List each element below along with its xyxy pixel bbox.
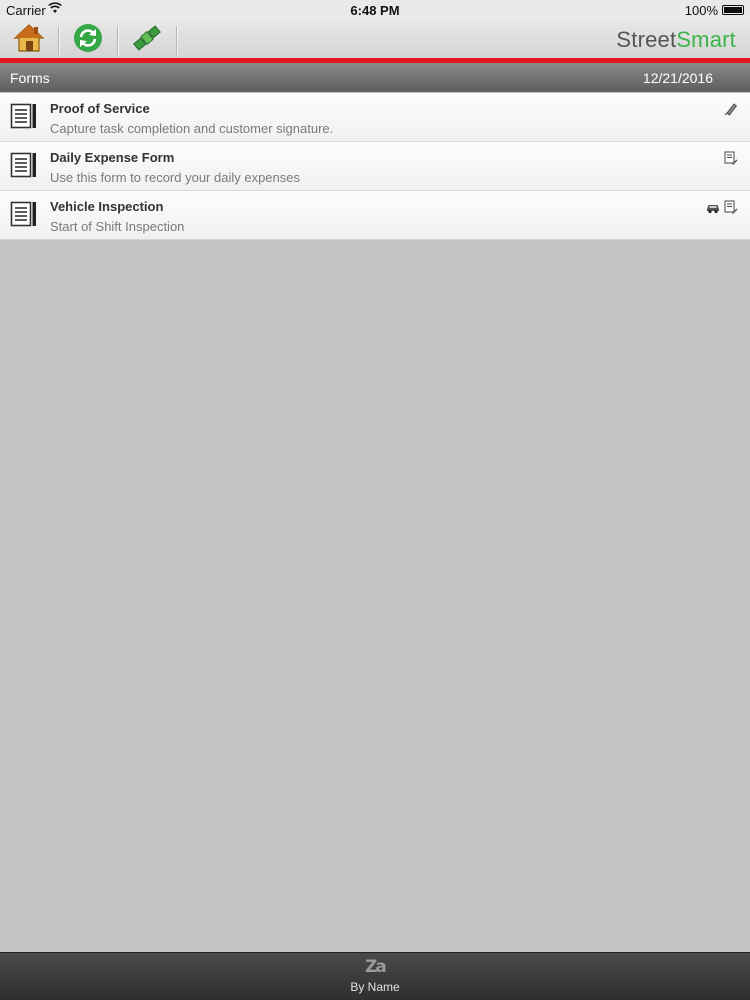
sync-button[interactable]: [59, 22, 117, 58]
forms-list: Proof of Service Capture task completion…: [0, 93, 750, 240]
form-document-icon: [10, 151, 38, 184]
section-title: Forms: [10, 70, 50, 86]
form-document-icon: [10, 200, 38, 233]
form-description: Start of Shift Inspection: [50, 219, 185, 234]
status-bar: Carrier 6:48 PM 100%: [0, 0, 750, 20]
form-row-vehicle-inspection[interactable]: Vehicle Inspection Start of Shift Inspec…: [0, 191, 750, 240]
brand-logo: StreetSmart: [616, 27, 736, 52]
car-icon: [706, 200, 720, 219]
form-name: Vehicle Inspection: [50, 199, 164, 214]
toolbar: StreetSmart: [0, 20, 750, 58]
battery-icon: [722, 5, 744, 15]
form-row-proof-of-service[interactable]: Proof of Service Capture task completion…: [0, 93, 750, 142]
document-edit-icon: [724, 151, 738, 170]
sort-by-name-button[interactable]: Za By Name: [325, 957, 425, 999]
section-date: 12/21/2016: [642, 70, 713, 86]
sort-label: By Name: [350, 980, 400, 994]
battery-percent: 100%: [684, 3, 718, 18]
home-button[interactable]: [0, 22, 58, 58]
section-header: Forms 12/21/2016: [0, 63, 750, 92]
toolbar-divider: [176, 26, 177, 56]
form-document-icon: [10, 102, 38, 135]
form-description: Use this form to record your daily expen…: [50, 170, 300, 185]
form-name: Daily Expense Form: [50, 150, 175, 165]
form-name: Proof of Service: [50, 101, 150, 116]
form-description: Capture task completion and customer sig…: [50, 121, 334, 136]
home-icon: [13, 23, 45, 58]
form-row-daily-expense-form[interactable]: Daily Expense Form Use this form to reco…: [0, 142, 750, 191]
gps-button[interactable]: [118, 22, 176, 58]
sync-icon: [73, 23, 103, 58]
document-edit-icon: [724, 200, 738, 219]
satellite-icon: [131, 23, 163, 58]
signature-pen-icon: [724, 102, 738, 121]
sort-alpha-icon: Za: [365, 957, 387, 977]
bottom-bar: Za By Name: [0, 952, 750, 1000]
clock: 6:48 PM: [350, 3, 400, 18]
